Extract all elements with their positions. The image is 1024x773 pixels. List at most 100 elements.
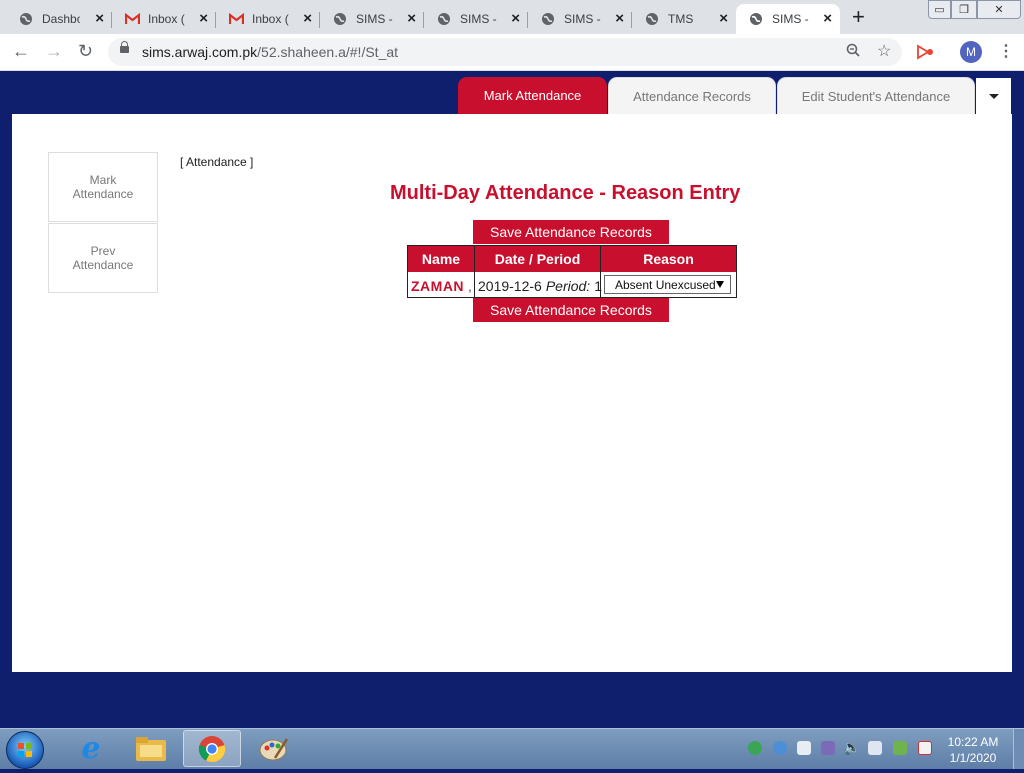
forward-arrow-icon[interactable]: →	[45, 40, 63, 62]
save-attendance-button-top[interactable]: Save Attendance Records	[473, 220, 669, 244]
browser-tab[interactable]: Dashbo ×	[0, 4, 112, 34]
new-tab-button[interactable]: +	[852, 6, 865, 28]
browser-tab[interactable]: Inbox ( ×	[112, 4, 216, 34]
tab-edit-students-attendance[interactable]: Edit Student's Attendance	[777, 77, 975, 114]
minimize-button[interactable]: ▭	[928, 0, 951, 19]
browser-tab-title: SIMS -	[460, 12, 497, 26]
tray-app-icon[interactable]	[821, 741, 835, 755]
globe-icon	[644, 11, 660, 27]
tray-sync-icon[interactable]	[748, 741, 762, 755]
column-header-name: Name	[408, 246, 474, 272]
paint-palette-icon	[259, 737, 289, 760]
browser-tab-title: Inbox (	[252, 12, 289, 26]
url-host: sims.arwaj.com.pk	[142, 44, 258, 60]
attendance-table: Name Date / Period Reason ZAMAN , 2019-1…	[407, 245, 737, 299]
sidebar-prev-attendance[interactable]: Prev Attendance	[48, 223, 158, 293]
sidebar-mark-attendance[interactable]: Mark Attendance	[48, 152, 158, 222]
globe-icon	[436, 11, 452, 27]
attendance-date: 2019-12-6	[478, 277, 542, 294]
zoom-icon[interactable]	[846, 43, 860, 61]
reason-select[interactable]: Absent Unexcused	[604, 275, 731, 294]
file-explorer-taskbar-item[interactable]	[122, 730, 180, 767]
browser-tab[interactable]: SIMS - ×	[424, 4, 528, 34]
system-clock[interactable]: 10:22 AM 1/1/2020	[938, 734, 1008, 766]
menu-kebab-icon[interactable]: ⋮	[998, 41, 1014, 61]
reason-selected-value: Absent Unexcused	[615, 277, 716, 292]
close-icon[interactable]: ×	[511, 11, 520, 27]
clock-time: 10:22 AM	[947, 735, 999, 749]
folder-icon	[136, 736, 166, 761]
browser-tab-title: Inbox (	[148, 12, 185, 26]
save-attendance-button-bottom[interactable]: Save Attendance Records	[473, 298, 669, 322]
show-desktop-button[interactable]	[1013, 729, 1024, 769]
column-header-date-period: Date / Period	[475, 246, 600, 272]
browser-toolbar: ← → ↻ sims.arwaj.com.pk/52.shaheen.a/#!/…	[0, 34, 1024, 71]
address-bar[interactable]: sims.arwaj.com.pk/52.shaheen.a/#!/St_at …	[108, 38, 902, 66]
profile-avatar[interactable]: M	[960, 41, 982, 63]
tray-device-icon[interactable]	[797, 741, 811, 755]
globe-icon	[540, 11, 556, 27]
gmail-icon	[228, 11, 244, 27]
column-header-reason: Reason	[601, 246, 736, 272]
browser-tab-title: TMS	[668, 12, 694, 26]
tray-flag-icon[interactable]	[893, 741, 907, 755]
close-window-button[interactable]: ✕	[977, 0, 1021, 19]
column-divider	[474, 246, 475, 299]
select-arrow-icon	[716, 281, 724, 288]
chrome-icon	[198, 735, 226, 762]
url-text[interactable]: sims.arwaj.com.pk/52.shaheen.a/#!/St_at	[142, 44, 398, 60]
close-icon[interactable]: ×	[823, 11, 832, 27]
browser-tab-title: SIMS -	[564, 12, 601, 26]
browser-tab[interactable]: SIMS - ×	[320, 4, 424, 34]
chrome-taskbar-item[interactable]	[183, 730, 241, 767]
name-suffix: ,	[468, 277, 472, 294]
bookmark-star-icon[interactable]: ☆	[877, 41, 891, 61]
main-panel: Mark Attendance Prev Attendance [ Attend…	[12, 114, 1012, 672]
tray-chrome-icon[interactable]	[773, 741, 787, 755]
student-name-link[interactable]: ZAMAN	[411, 278, 464, 294]
breadcrumb[interactable]: [ Attendance ]	[180, 155, 253, 169]
extension-icon[interactable]	[916, 44, 934, 65]
browser-tab-strip: Dashbo × Inbox ( × Inbox ( × SIMS - × SI…	[0, 0, 1024, 34]
windows-taskbar: e 🔈 10:22 AM 1/1/2020	[0, 728, 1024, 769]
clock-date: 1/1/2020	[949, 751, 997, 765]
reload-icon[interactable]: ↻	[78, 40, 93, 62]
paint-taskbar-item[interactable]	[245, 730, 303, 767]
action-center-icon[interactable]	[918, 741, 932, 755]
globe-icon	[332, 11, 348, 27]
browser-tab-title: SIMS -	[356, 12, 393, 26]
close-icon[interactable]: ×	[615, 11, 624, 27]
restore-button[interactable]: ❐	[951, 0, 977, 19]
browser-tab[interactable]: TMS ×	[632, 4, 736, 34]
browser-tab-active[interactable]: SIMS - ×	[736, 4, 840, 34]
close-icon[interactable]: ×	[719, 11, 728, 27]
browser-tab-title: Dashbo	[42, 12, 80, 26]
browser-tab[interactable]: SIMS - ×	[528, 4, 632, 34]
internet-explorer-icon: e	[81, 731, 101, 766]
student-name-cell: ZAMAN ,	[411, 272, 475, 299]
close-icon[interactable]: ×	[407, 11, 416, 27]
close-icon[interactable]: ×	[303, 11, 312, 27]
gmail-icon	[124, 11, 140, 27]
globe-icon	[748, 11, 764, 27]
caret-down-icon	[988, 93, 999, 99]
globe-icon	[18, 11, 34, 27]
close-icon[interactable]: ×	[95, 11, 104, 27]
close-icon[interactable]: ×	[199, 11, 208, 27]
windows-logo-icon	[18, 743, 32, 757]
page-title: Multi-Day Attendance - Reason Entry	[390, 182, 741, 204]
tabs-dropdown-button[interactable]	[976, 78, 1011, 114]
back-arrow-icon[interactable]: ←	[12, 40, 30, 62]
tab-mark-attendance[interactable]: Mark Attendance	[458, 77, 607, 114]
internet-explorer-taskbar-item[interactable]: e	[62, 730, 120, 767]
lock-icon	[120, 41, 129, 53]
network-icon[interactable]	[868, 741, 882, 755]
tab-attendance-records[interactable]: Attendance Records	[608, 77, 776, 114]
date-period-cell: 2019-12-6 Period: 1	[478, 272, 602, 299]
browser-tab-title: SIMS -	[772, 12, 809, 26]
browser-tab[interactable]: Inbox ( ×	[216, 4, 320, 34]
start-button[interactable]	[6, 731, 44, 769]
volume-icon[interactable]: 🔈	[843, 739, 860, 756]
period-label: Period:	[545, 277, 591, 294]
url-path: /52.shaheen.a/#!/St_at	[257, 44, 399, 60]
